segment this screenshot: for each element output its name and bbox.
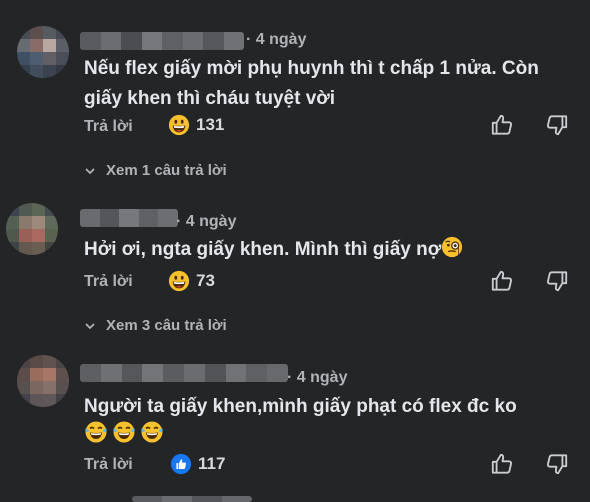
reaction-count[interactable]: 117	[170, 453, 225, 475]
like-reaction-icon	[170, 453, 192, 475]
comment-text-line-1: Nếu flex giấy mời phụ huynh thì t chấp 1…	[84, 58, 539, 79]
comment-text-line: Hởi ơi, ngta giấy khen. Mình thì giấy nợ	[84, 239, 442, 260]
reply-button[interactable]: Trả lời	[84, 456, 133, 474]
author-name[interactable]	[80, 209, 178, 227]
view-replies-button[interactable]: Xem 1 câu trả lời	[84, 162, 227, 179]
author-name[interactable]	[80, 32, 244, 50]
tears-of-joy-icon	[140, 420, 164, 444]
comment-text: Người ta giấy khen,mình giấy phạt có fle…	[84, 392, 517, 422]
comment-text-line: Người ta giấy khen,mình giấy phạt có fle…	[84, 396, 517, 417]
face-with-monocle-icon	[441, 236, 463, 258]
reaction-number: 117	[198, 454, 226, 473]
like-icon[interactable]	[489, 268, 515, 294]
dislike-icon[interactable]	[544, 451, 570, 477]
dislike-icon[interactable]	[544, 112, 570, 138]
dislike-icon[interactable]	[544, 268, 570, 294]
reaction-number: 73	[196, 271, 215, 290]
comment-text: Nếu flex giấy mời phụ huynh thì t chấp 1…	[84, 54, 539, 114]
comment-time: · 4 ngày	[246, 31, 307, 48]
comment-text: Hởi ơi, ngta giấy khen. Mình thì giấy nợ	[84, 235, 463, 265]
reaction-count[interactable]: 131	[168, 114, 224, 136]
view-replies-label: Xem 1 câu trả lời	[106, 162, 227, 179]
comment-time: · 4 ngày	[287, 369, 348, 386]
view-replies-button[interactable]: Xem 3 câu trả lời	[84, 317, 227, 334]
grinning-face-icon	[168, 114, 190, 136]
like-icon[interactable]	[489, 112, 515, 138]
avatar[interactable]	[6, 203, 58, 255]
comment-time: · 4 ngày	[176, 213, 237, 230]
avatar[interactable]	[17, 26, 69, 78]
author-name[interactable]	[80, 364, 288, 382]
reaction-count[interactable]: 73	[168, 270, 215, 292]
chevron-down-icon	[84, 320, 96, 332]
reply-button[interactable]: Trả lời	[84, 118, 133, 136]
avatar[interactable]	[17, 355, 69, 407]
tears-of-joy-icon	[84, 420, 108, 444]
view-replies-label: Xem 3 câu trả lời	[106, 317, 227, 334]
like-icon[interactable]	[489, 451, 515, 477]
comment-text-line-2: giấy khen thì cháu tuyệt vời	[84, 88, 336, 109]
reply-button[interactable]: Trả lời	[84, 273, 133, 291]
next-author-name	[132, 496, 252, 502]
tears-of-joy-icon	[112, 420, 136, 444]
grinning-face-icon	[168, 270, 190, 292]
reaction-number: 131	[196, 115, 225, 134]
emoji-line	[84, 420, 164, 444]
chevron-down-icon	[84, 165, 96, 177]
